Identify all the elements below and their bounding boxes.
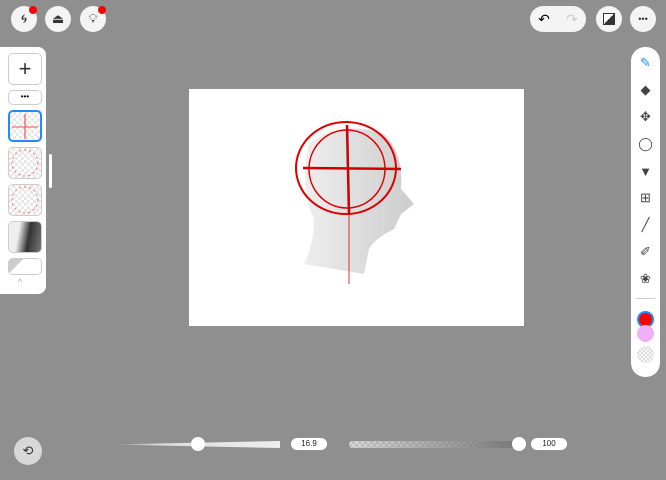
undo-redo-group: ↶ ↷ [530,6,586,32]
redo-icon[interactable]: ↷ [566,11,578,28]
filter-tool-icon[interactable]: ❀ [631,269,660,289]
rotate-icon: ⟲ [22,443,34,458]
more-icon: ••• [638,14,648,24]
collapse-chevron-icon[interactable]: ^ [18,277,22,287]
spiral-menu-button[interactable]: 🌀︎ [11,6,37,32]
opacity-thumb[interactable] [512,437,526,451]
move-tool-icon[interactable]: ✥ [631,107,660,127]
layer-thumb-circle[interactable] [8,184,42,216]
eyedropper-tool-icon[interactable]: ✐ [631,242,660,262]
layer-menu-button[interactable]: ••• [8,90,42,105]
tool-panel: ✎ ◆ ✥ ◯ ▼ ⊞ ╱ ✐ ❀ [631,47,660,377]
secondary-color-swatch[interactable] [637,325,654,342]
transparent-color-swatch[interactable] [637,346,654,363]
gallery-button[interactable] [596,6,622,32]
eraser-tool-icon[interactable]: ◆ [631,80,660,100]
more-button[interactable]: ••• [630,6,656,32]
notification-dot [98,6,106,14]
layer-thumb-head[interactable] [8,221,42,253]
brush-size-thumb[interactable] [191,437,205,451]
toolbox-button[interactable]: ⏏ [45,6,71,32]
toolbox-icon: ⏏ [51,11,65,26]
notification-dot [29,6,37,14]
layer-panel: + ••• ^ [0,47,46,294]
brush-tool-icon[interactable]: ✎ [631,53,660,73]
canvas-artwork [295,121,414,284]
opacity-slider[interactable] [349,441,519,448]
rotate-canvas-button[interactable]: ⟲ [14,437,42,465]
lasso-tool-icon[interactable]: ◯ [631,134,660,154]
opacity-value[interactable]: 100 [531,438,567,450]
layer-thumb-circle[interactable] [8,147,42,179]
drawing-canvas[interactable] [189,89,524,326]
layer-panel-handle[interactable] [49,154,52,188]
grid-tool-icon[interactable]: ⊞ [631,188,660,208]
layer-thumb-guide[interactable] [8,110,42,142]
layer-thumb-empty[interactable] [8,258,42,275]
undo-icon[interactable]: ↶ [538,11,550,28]
lightbulb-icon: 💡︎ [88,11,98,26]
line-tool-icon[interactable]: ╱ [631,215,660,235]
spiral-icon: 🌀︎ [20,11,28,26]
plus-icon: + [18,56,32,81]
fill-tool-icon[interactable]: ▼ [631,161,660,181]
tips-button[interactable]: 💡︎ [80,6,106,32]
gallery-icon [603,13,615,25]
add-layer-button[interactable]: + [8,53,42,85]
brush-size-value[interactable]: 16.9 [291,438,327,450]
divider [636,298,655,299]
